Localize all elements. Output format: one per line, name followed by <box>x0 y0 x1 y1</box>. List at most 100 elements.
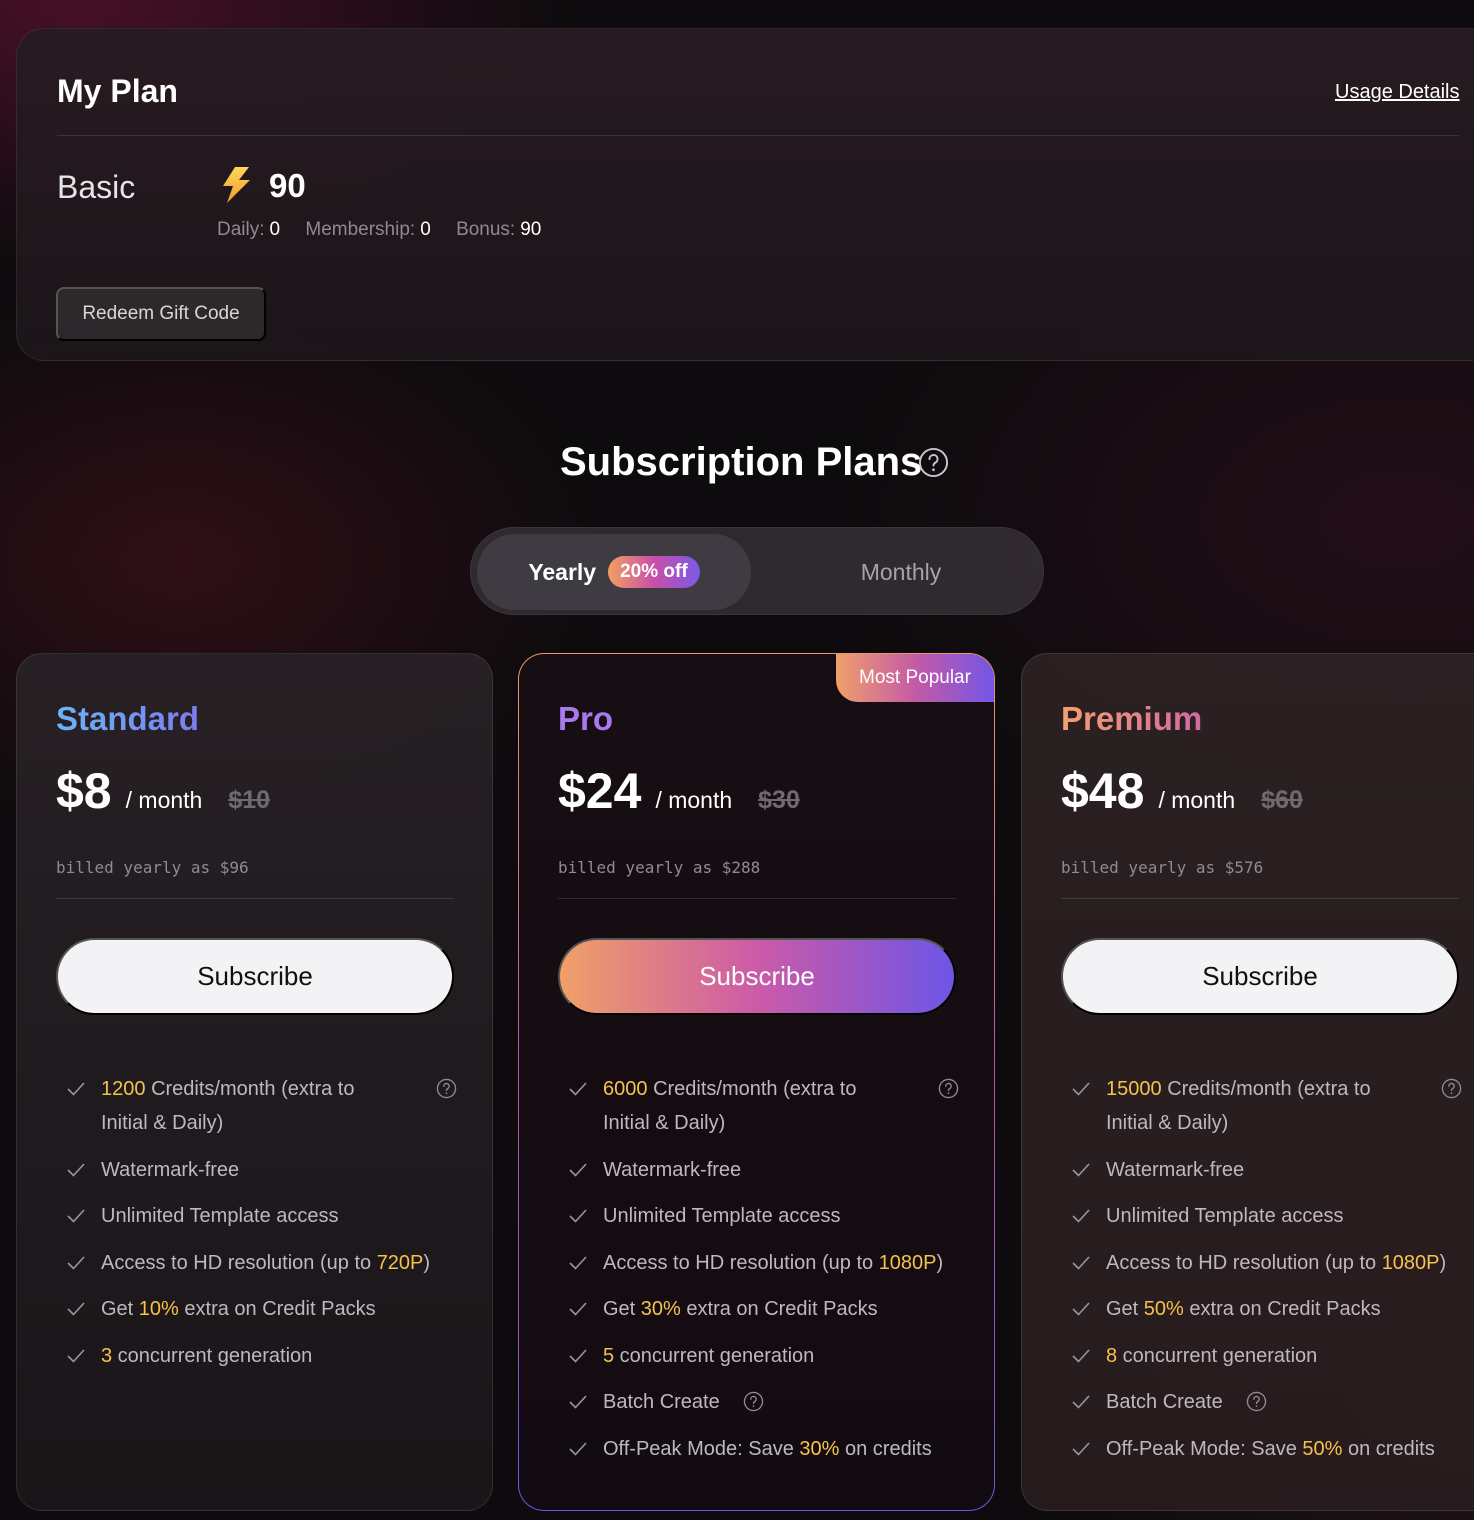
question-circle-icon[interactable] <box>938 1078 959 1099</box>
price-period: / month <box>1158 787 1236 813</box>
price-period: / month <box>655 787 733 813</box>
daily-value: 0 <box>269 219 281 240</box>
subscribe-button-premium[interactable]: Subscribe <box>1061 938 1459 1015</box>
feature-list: 6000 Credits/month (extra to Initial & D… <box>569 1072 959 1478</box>
feature-off-peak: Off-Peak Mode: Save 30% on credits <box>569 1432 959 1466</box>
question-circle-icon[interactable] <box>1441 1078 1462 1099</box>
feature-list: 15000 Credits/month (extra to Initial & … <box>1072 1072 1462 1478</box>
check-icon <box>569 1162 587 1177</box>
divider <box>56 898 454 899</box>
feature-text: Unlimited Template access <box>101 1205 339 1227</box>
most-popular-badge: Most Popular <box>836 654 994 702</box>
feature-concurrent: 8 concurrent generation <box>1072 1339 1462 1373</box>
check-icon <box>67 1348 85 1363</box>
feature-credit-packs: Get 30% extra on Credit Packs <box>569 1292 959 1326</box>
question-circle-icon[interactable] <box>743 1391 764 1412</box>
feature-credits: 1200 Credits/month (extra to Initial & D… <box>67 1072 457 1140</box>
check-icon <box>1072 1302 1090 1316</box>
toggle-monthly[interactable]: Monthly <box>761 534 1041 610</box>
check-icon <box>569 1302 587 1316</box>
feature-concurrent: 5 concurrent generation <box>569 1339 959 1373</box>
feature-credits: 15000 Credits/month (extra to Initial & … <box>1072 1072 1462 1140</box>
check-icon <box>67 1082 85 1096</box>
feature-hd: Access to HD resolution (up to 1080P) <box>1072 1246 1462 1280</box>
discount-badge: 20% off <box>608 556 700 588</box>
membership-value: 0 <box>420 219 431 240</box>
plan-price: $8 <box>56 763 112 819</box>
price-row: $48 / month $60 <box>1061 762 1303 820</box>
feature-text: extra on Credit Packs <box>178 1298 376 1320</box>
plan-card-premium: Premium $48 / month $60 billed yearly as… <box>1021 653 1474 1511</box>
hd-value: 1080P <box>1381 1251 1440 1274</box>
feature-batch-create: Batch Create <box>569 1385 959 1419</box>
feature-text: extra on Credit Packs <box>680 1298 878 1320</box>
feature-hd: Access to HD resolution (up to 720P) <box>67 1246 457 1280</box>
check-icon <box>1072 1209 1090 1223</box>
feature-text: Watermark-free <box>1106 1158 1245 1181</box>
check-icon <box>1072 1255 1090 1270</box>
feature-text: Access to HD resolution (up to <box>1106 1251 1382 1274</box>
lightning-bolt-icon <box>223 167 250 203</box>
toggle-yearly[interactable]: Yearly 20% off <box>477 534 751 610</box>
plan-card-standard: Standard $8 / month $10 billed yearly as… <box>16 653 493 1511</box>
feature-text: Watermark-free <box>603 1158 742 1181</box>
packs-value: 30% <box>640 1298 681 1320</box>
plan-name: Pro <box>558 700 614 737</box>
feature-text: Off-Peak Mode: Save <box>603 1437 800 1460</box>
concurrent-value: 8 <box>1106 1344 1118 1367</box>
feature-watermark: Watermark-free <box>569 1153 959 1187</box>
current-plan-name: Basic <box>57 169 136 205</box>
plan-price: $48 <box>1061 763 1145 819</box>
check-icon <box>1072 1162 1090 1177</box>
usage-details-link[interactable]: Usage Details <box>1335 81 1460 104</box>
divider <box>1061 898 1459 899</box>
question-circle-icon[interactable] <box>436 1078 457 1099</box>
original-price: $10 <box>228 786 271 814</box>
plan-name: Premium <box>1061 700 1203 737</box>
check-icon <box>67 1255 85 1270</box>
feature-credits: 6000 Credits/month (extra to Initial & D… <box>569 1072 959 1140</box>
feature-text: Unlimited Template access <box>603 1205 841 1227</box>
concurrent-value: 3 <box>101 1344 113 1367</box>
my-plan-title: My Plan <box>57 73 178 109</box>
feature-templates: Unlimited Template access <box>569 1199 959 1233</box>
feature-templates: Unlimited Template access <box>67 1199 457 1233</box>
plan-price: $24 <box>558 763 642 819</box>
membership-label: Membership: <box>305 219 416 240</box>
feature-text: ) <box>1439 1251 1447 1274</box>
daily-label: Daily: <box>217 219 265 240</box>
redeem-gift-code-button[interactable]: Redeem Gift Code <box>56 287 266 341</box>
check-icon <box>1072 1082 1090 1096</box>
check-icon <box>67 1209 85 1223</box>
feature-text: Get <box>101 1298 139 1320</box>
hd-value: 720P <box>376 1251 424 1274</box>
price-row: $8 / month $10 <box>56 762 270 820</box>
check-icon <box>569 1395 587 1409</box>
credits-amount: 1200 <box>101 1078 146 1100</box>
check-icon <box>569 1348 587 1363</box>
bonus-label: Bonus: <box>456 219 516 240</box>
feature-text: on credits <box>1342 1437 1435 1460</box>
feature-off-peak: Off-Peak Mode: Save 50% on credits <box>1072 1432 1462 1466</box>
feature-text: on credits <box>839 1437 932 1460</box>
credit-total: 90 <box>269 167 306 204</box>
my-plan-card: My Plan Usage Details Basic 90 Daily: 0 M… <box>16 28 1474 361</box>
offpeak-value: 50% <box>1302 1437 1343 1460</box>
check-icon <box>1072 1348 1090 1363</box>
concurrent-value: 5 <box>603 1344 615 1367</box>
feature-text: ) <box>936 1251 944 1274</box>
yearly-label: Yearly <box>528 558 597 585</box>
feature-text: Unlimited Template access <box>1106 1205 1344 1227</box>
subscribe-button-standard[interactable]: Subscribe <box>56 938 454 1015</box>
check-icon <box>569 1441 587 1456</box>
question-circle-icon[interactable] <box>1246 1391 1267 1412</box>
question-circle-icon[interactable] <box>918 447 949 478</box>
feature-text: Access to HD resolution (up to <box>101 1251 377 1274</box>
price-row: $24 / month $30 <box>558 762 800 820</box>
feature-text: Get <box>603 1298 641 1320</box>
check-icon <box>1072 1441 1090 1456</box>
feature-watermark: Watermark-free <box>67 1153 457 1187</box>
feature-hd: Access to HD resolution (up to 1080P) <box>569 1246 959 1280</box>
original-price: $30 <box>758 786 800 814</box>
subscribe-button-pro[interactable]: Subscribe <box>558 938 956 1015</box>
